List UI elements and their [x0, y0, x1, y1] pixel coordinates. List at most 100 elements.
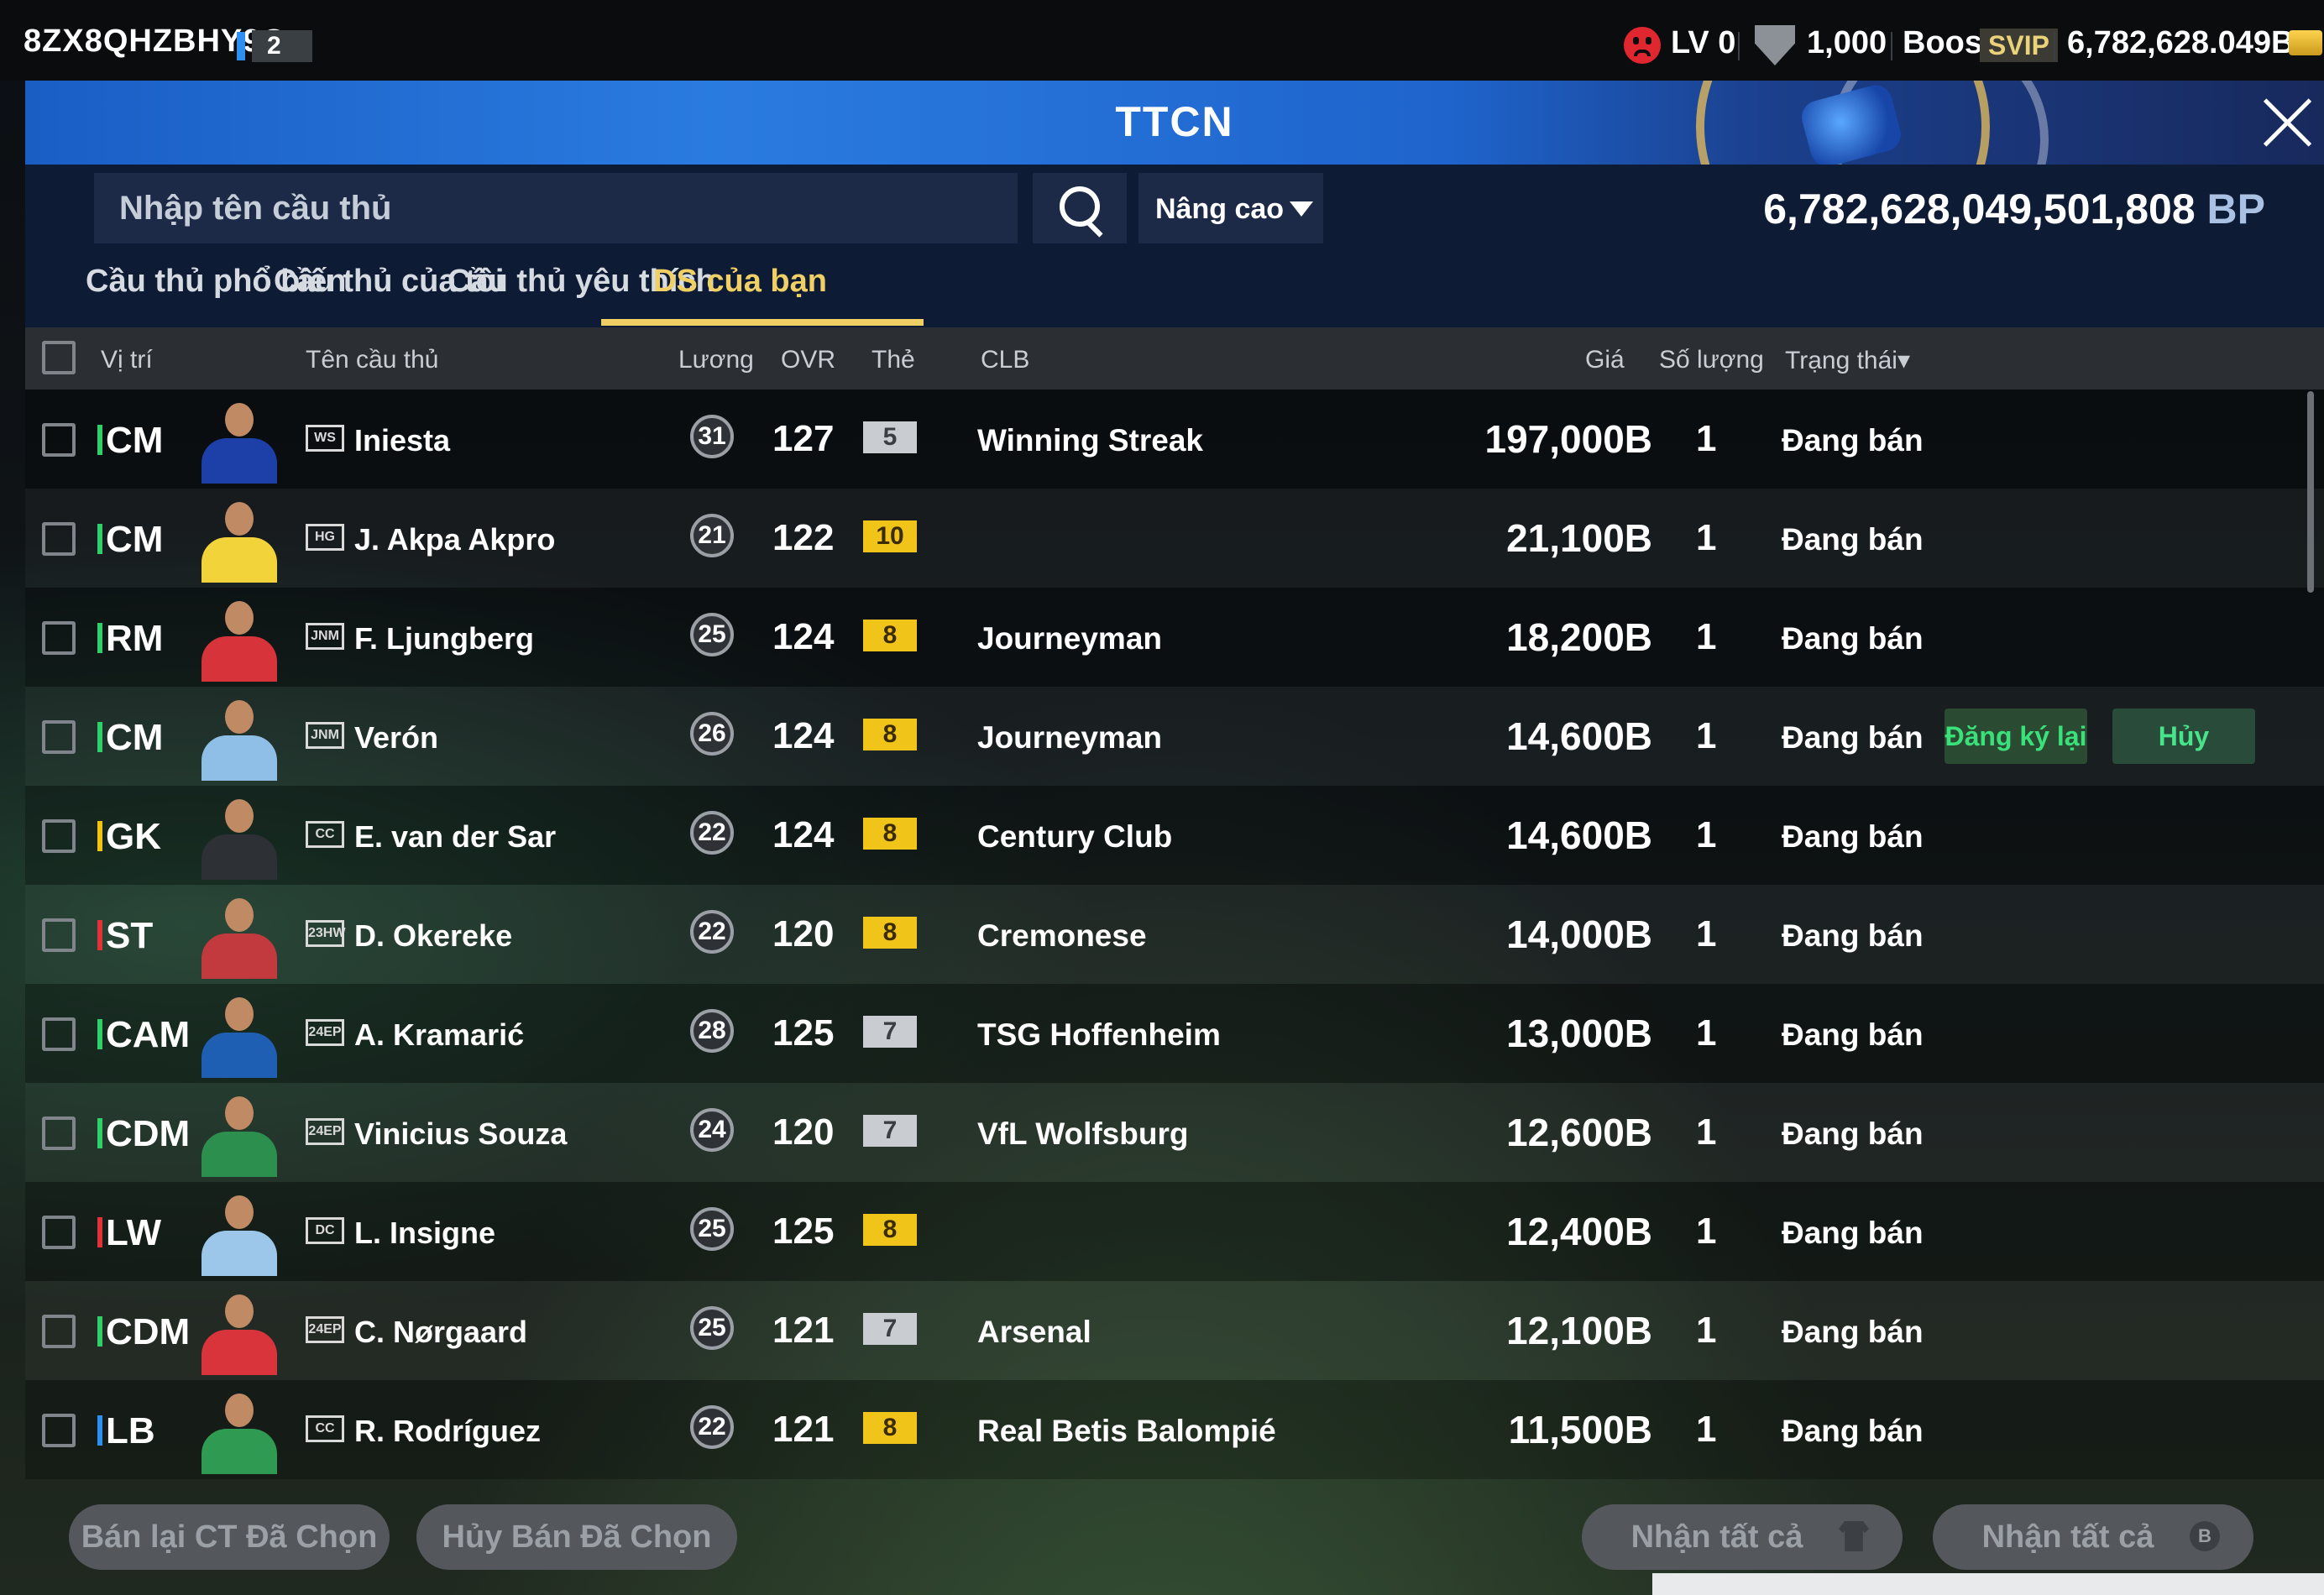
listing-price: 12,400B: [1506, 1210, 1652, 1253]
player-name[interactable]: J. Akpa Akpro: [354, 522, 555, 557]
player-club: Century Club: [977, 819, 1173, 854]
row-checkbox[interactable]: [42, 1116, 76, 1150]
player-ovr: 120: [772, 913, 835, 954]
row-checkbox[interactable]: [42, 522, 76, 556]
table-row[interactable]: CDM 24EP Vinicius Souza 24 120 7 VfL Wol…: [25, 1083, 2324, 1182]
col-salary[interactable]: Lương: [678, 346, 754, 374]
avatar-jersey: [202, 1429, 277, 1474]
card-grade-badge: 7: [863, 1115, 917, 1147]
table-row[interactable]: ST 23HW D. Okereke 22 120 8 Cremonese 14…: [25, 885, 2324, 984]
listing-price: 11,500B: [1508, 1408, 1652, 1451]
relist-button[interactable]: Đăng ký lại: [1945, 709, 2087, 764]
player-name[interactable]: Vinicius Souza: [354, 1116, 567, 1152]
card-grade-badge: 8: [863, 818, 917, 850]
advanced-filter-select[interactable]: Nâng cao: [1138, 173, 1323, 243]
avatar-head: [225, 1096, 254, 1130]
avatar-jersey: [202, 735, 277, 781]
row-checkbox[interactable]: [42, 1315, 76, 1348]
table-row[interactable]: CDM 24EP C. Nørgaard 25 121 7 Arsenal 12…: [25, 1281, 2324, 1380]
avatar-head: [225, 1195, 254, 1229]
player-avatar: [195, 890, 284, 979]
table-row[interactable]: CM HG J. Akpa Akpro 21 122 10 21,100B 1 …: [25, 489, 2324, 588]
coin-icon: [2289, 30, 2322, 55]
player-avatar: [195, 1187, 284, 1276]
col-position[interactable]: Vị trí: [101, 346, 153, 374]
player-position: LW: [106, 1212, 161, 1253]
claim-all-bp-button[interactable]: Nhận tất cả B: [1933, 1504, 2253, 1570]
listing-price: 12,100B: [1506, 1309, 1652, 1352]
listing-quantity: 1: [1696, 1409, 1717, 1450]
col-price[interactable]: Giá: [1585, 346, 1625, 374]
row-checkbox[interactable]: [42, 1414, 76, 1447]
table-row[interactable]: CM WS Iniesta 31 127 5 Winning Streak 19…: [25, 390, 2324, 489]
avatar-head: [225, 700, 254, 734]
avatar-head: [225, 898, 254, 932]
player-ovr: 122: [772, 517, 835, 558]
search-icon: [1060, 186, 1100, 227]
player-avatar: [195, 989, 284, 1078]
table-row[interactable]: RM JNM F. Ljungberg 25 124 8 Journeyman …: [25, 588, 2324, 687]
salary-badge: 22: [690, 910, 734, 954]
col-quantity[interactable]: Số lượng: [1659, 346, 1764, 374]
cancel-listing-button[interactable]: Hủy: [2112, 709, 2255, 764]
position-color-bar: [97, 425, 102, 455]
close-icon[interactable]: [2260, 96, 2314, 149]
listing-price: 13,000B: [1506, 1012, 1652, 1055]
player-name[interactable]: C. Nørgaard: [354, 1315, 527, 1350]
salary-badge: 22: [690, 1405, 734, 1449]
avatar-head: [225, 502, 254, 536]
table-row[interactable]: CAM 24EP A. Kramarić 28 125 7 TSG Hoffen…: [25, 984, 2324, 1083]
row-checkbox[interactable]: [42, 720, 76, 754]
position-color-bar: [97, 1118, 102, 1148]
claim-all-players-button[interactable]: Nhận tất cả: [1582, 1504, 1903, 1570]
season-badge-icon: 24EP: [306, 1019, 344, 1046]
col-ovr[interactable]: OVR: [781, 346, 835, 374]
col-club[interactable]: CLB: [981, 346, 1029, 374]
row-checkbox[interactable]: [42, 1017, 76, 1051]
row-checkbox[interactable]: [42, 918, 76, 952]
table-row[interactable]: CM JNM Verón 26 124 8 Journeyman 14,600B…: [25, 687, 2324, 786]
player-name[interactable]: E. van der Sar: [354, 819, 556, 855]
player-position: LB: [106, 1410, 155, 1451]
table-row[interactable]: LW DC L. Insigne 25 125 8 12,400B 1 Đang…: [25, 1182, 2324, 1281]
player-name[interactable]: R. Rodríguez: [354, 1414, 541, 1449]
row-checkbox[interactable]: [42, 819, 76, 853]
active-tab-indicator: [601, 319, 924, 326]
position-color-bar: [97, 821, 102, 851]
season-badge-icon: JNM: [306, 722, 344, 749]
select-all-checkbox[interactable]: [42, 341, 76, 374]
table-row[interactable]: GK CC E. van der Sar 22 124 8 Century Cl…: [25, 786, 2324, 885]
player-position: CM: [106, 420, 164, 461]
svip-badge[interactable]: SVIP: [1980, 29, 2058, 62]
col-player-name[interactable]: Tên cầu thủ: [306, 346, 438, 374]
player-name[interactable]: F. Ljungberg: [354, 621, 534, 656]
col-status[interactable]: Trạng thái▾: [1785, 346, 1910, 375]
cancel-selected-button[interactable]: Hủy Bán Đã Chọn: [416, 1504, 737, 1570]
account-flag-icon: [237, 32, 245, 60]
position-color-bar: [97, 1415, 102, 1446]
card-grade-badge: 8: [863, 1214, 917, 1246]
row-checkbox[interactable]: [42, 1216, 76, 1249]
player-position: CDM: [106, 1113, 191, 1154]
listing-quantity: 1: [1696, 1111, 1717, 1153]
resell-selected-button[interactable]: Bán lại CT Đã Chọn: [69, 1504, 390, 1570]
player-name[interactable]: Iniesta: [354, 423, 450, 458]
player-name[interactable]: Verón: [354, 720, 438, 756]
mood-level: LV 0: [1671, 25, 1736, 60]
search-button[interactable]: [1033, 173, 1127, 243]
position-color-bar: [97, 623, 102, 653]
tab-my-listings[interactable]: DS của bạn: [653, 264, 827, 300]
player-name[interactable]: L. Insigne: [354, 1216, 495, 1251]
table-scrollbar[interactable]: [2307, 391, 2314, 593]
player-search-input[interactable]: [94, 173, 1018, 243]
col-card[interactable]: Thẻ: [872, 346, 915, 374]
player-name[interactable]: D. Okereke: [354, 918, 512, 954]
table-row[interactable]: LB CC R. Rodríguez 22 121 8 Real Betis B…: [25, 1380, 2324, 1479]
season-badge-icon: 24EP: [306, 1316, 344, 1343]
player-club: TSG Hoffenheim: [977, 1017, 1221, 1052]
avatar-head: [225, 997, 254, 1031]
row-checkbox[interactable]: [42, 621, 76, 655]
player-name[interactable]: A. Kramarić: [354, 1017, 524, 1053]
row-checkbox[interactable]: [42, 423, 76, 457]
player-ovr: 124: [772, 814, 835, 855]
